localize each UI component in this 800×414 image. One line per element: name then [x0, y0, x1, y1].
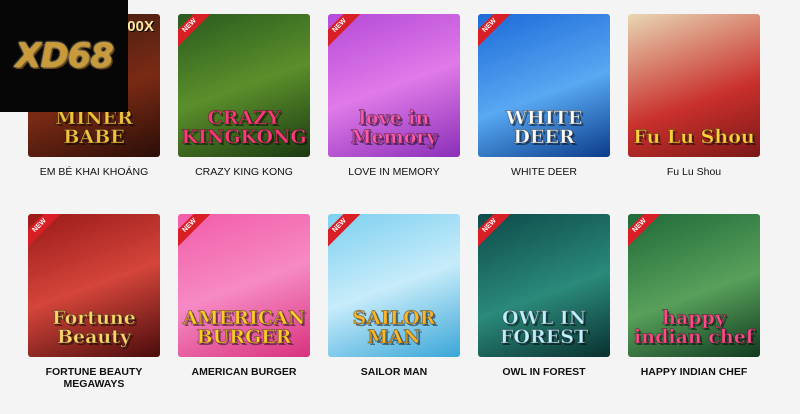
- game-label[interactable]: FORTUNE BEAUTY MEGAWAYS: [28, 366, 160, 390]
- game-label[interactable]: AMERICAN BURGER: [178, 366, 310, 378]
- brand-logo[interactable]: XD68: [0, 0, 128, 112]
- game-art-title: WHITE DEER: [505, 107, 583, 148]
- game-thumbnail[interactable]: NEW CRAZY KINGKONG: [178, 14, 310, 157]
- game-card-owl-in-forest[interactable]: NEW OWL IN FOREST OWL IN FOREST: [478, 214, 610, 414]
- game-art-title: MINER BABE: [55, 107, 134, 148]
- game-card-love-in-memory[interactable]: NEW love in Memory LOVE IN MEMORY: [328, 14, 460, 214]
- game-card-fortune-beauty[interactable]: NEW Fortune Beauty FORTUNE BEAUTY MEGAWA…: [28, 214, 160, 414]
- game-label[interactable]: Fu Lu Shou: [628, 166, 760, 178]
- game-card-happy-indian-chef[interactable]: NEW happy indian chef HAPPY INDIAN CHEF: [628, 214, 760, 414]
- game-thumbnail[interactable]: NEW OWL IN FOREST: [478, 214, 610, 357]
- game-grid: 00X MINER BABE EM BÉ KHAI KHOÁNG NEW CRA…: [28, 14, 772, 414]
- game-art-title: SAILOR MAN: [352, 307, 436, 348]
- game-card-crazy-king-kong[interactable]: NEW CRAZY KINGKONG CRAZY KING KONG: [178, 14, 310, 214]
- new-badge: NEW: [628, 214, 665, 251]
- game-label[interactable]: LOVE IN MEMORY: [328, 166, 460, 178]
- game-art-title: Fu Lu Shou: [633, 126, 755, 148]
- game-thumbnail[interactable]: NEW love in Memory: [328, 14, 460, 157]
- game-label[interactable]: WHITE DEER: [478, 166, 610, 178]
- game-thumbnail[interactable]: NEW happy indian chef: [628, 214, 760, 357]
- new-badge: NEW: [478, 214, 515, 251]
- new-badge: NEW: [178, 214, 215, 251]
- new-badge: NEW: [178, 14, 215, 51]
- game-thumbnail[interactable]: NEW AMERICAN BURGER: [178, 214, 310, 357]
- game-art-title: love in Memory: [350, 107, 438, 148]
- game-card-sailor-man[interactable]: NEW SAILOR MAN SAILOR MAN: [328, 214, 460, 414]
- game-label[interactable]: CRAZY KING KONG: [178, 166, 310, 178]
- game-label[interactable]: SAILOR MAN: [328, 366, 460, 378]
- game-card-fu-lu-shou[interactable]: Fu Lu Shou Fu Lu Shou: [628, 14, 760, 214]
- game-label[interactable]: OWL IN FOREST: [478, 366, 610, 378]
- logo-text: XD68: [15, 36, 114, 76]
- new-badge: NEW: [328, 214, 365, 251]
- game-art-title: CRAZY KINGKONG: [181, 107, 307, 148]
- game-label[interactable]: EM BÉ KHAI KHOÁNG: [28, 166, 160, 178]
- game-thumbnail[interactable]: NEW Fortune Beauty: [28, 214, 160, 357]
- game-thumbnail[interactable]: Fu Lu Shou: [628, 14, 760, 157]
- multiplier-badge: 00X: [127, 18, 154, 35]
- game-art-title: happy indian chef: [634, 307, 755, 348]
- game-thumbnail[interactable]: NEW SAILOR MAN: [328, 214, 460, 357]
- game-label[interactable]: HAPPY INDIAN CHEF: [628, 366, 760, 378]
- game-card-american-burger[interactable]: NEW AMERICAN BURGER AMERICAN BURGER: [178, 214, 310, 414]
- new-badge: NEW: [328, 14, 365, 51]
- game-card-white-deer[interactable]: NEW WHITE DEER WHITE DEER: [478, 14, 610, 214]
- game-art-title: AMERICAN BURGER: [182, 307, 306, 348]
- game-art-title: Fortune Beauty: [52, 307, 137, 348]
- game-thumbnail[interactable]: NEW WHITE DEER: [478, 14, 610, 157]
- game-art-title: OWL IN FOREST: [499, 307, 589, 348]
- new-badge: NEW: [28, 214, 65, 251]
- new-badge: NEW: [478, 14, 515, 51]
